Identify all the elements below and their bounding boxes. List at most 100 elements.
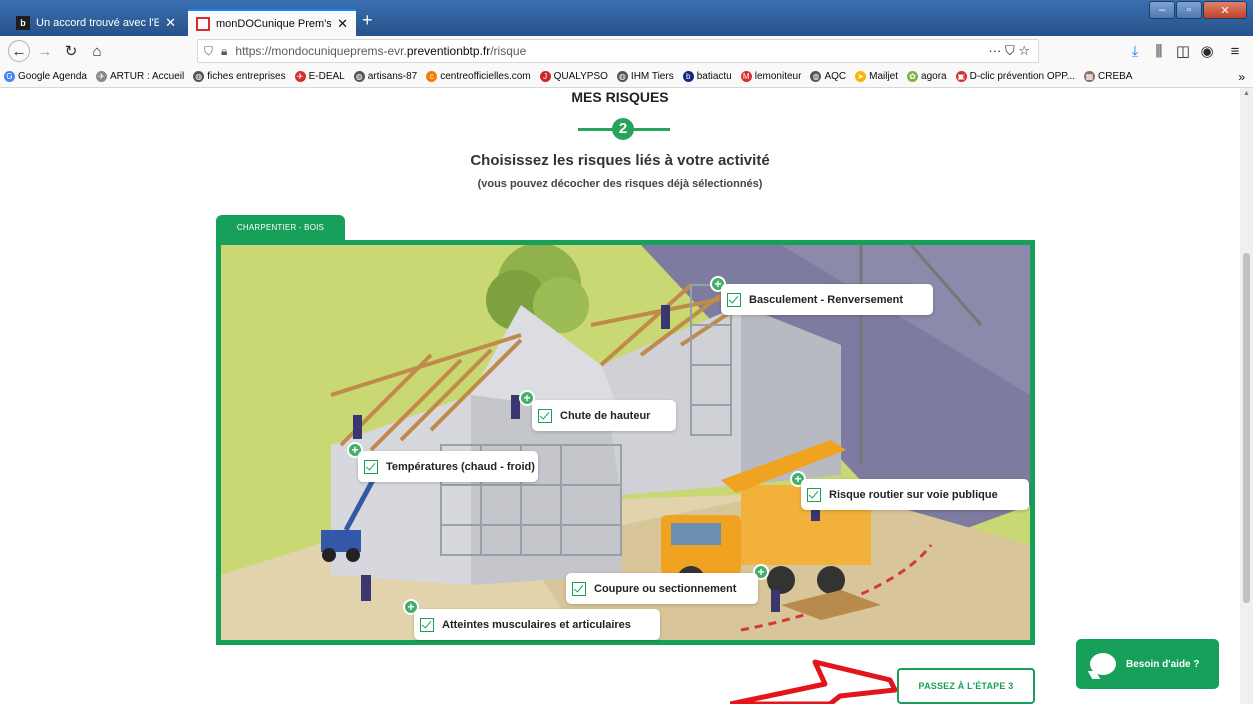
bookmark-label: E-DEAL [308, 71, 345, 82]
bookmark-item[interactable]: ◍ artisans-87 [353, 71, 418, 82]
checkbox-checked-icon[interactable] [364, 459, 378, 474]
bookmark-favicon-icon: ➤ [855, 71, 867, 82]
bookmark-item[interactable]: ✈ E-DEAL [294, 71, 345, 82]
bookmark-label: IHM Tiers [630, 71, 674, 82]
new-tab-icon[interactable]: + [362, 10, 373, 31]
bookmark-favicon-icon: M [740, 71, 752, 82]
sidebar-icon[interactable]: ◫ [1172, 40, 1194, 62]
page-viewport: MES RISQUES 2 Choisissez les risques lié… [0, 88, 1240, 704]
bookmark-item[interactable]: ▦ CREBA [1084, 71, 1132, 82]
bookmark-item[interactable]: ◍ fiches entreprises [193, 71, 286, 82]
account-icon[interactable]: ◉ [1196, 40, 1218, 62]
downloads-icon[interactable]: ⤓ [1124, 40, 1146, 62]
close-tab-icon[interactable]: ✕ [337, 16, 348, 32]
bookmark-label: lemoniteur [754, 71, 802, 82]
risk-label: Basculement - Renversement [749, 293, 904, 306]
scroll-thumb[interactable] [1243, 253, 1250, 603]
browser-tab-2[interactable]: monDOCunique Prem's ✕ [188, 9, 356, 36]
bookmark-favicon-icon: ✈ [95, 71, 107, 82]
mondocunique-favicon-icon [196, 16, 210, 31]
bookmark-label: CREBA [1098, 71, 1133, 82]
bookmark-favicon-icon: b [682, 71, 694, 82]
red-arrow-annotation [730, 659, 898, 704]
risk-label: Chute de hauteur [560, 409, 651, 422]
bookmark-label: D-clic prévention OPP... [969, 71, 1076, 82]
risk-label: Coupure ou sectionnement [594, 582, 737, 595]
browser-navbar: ← → ↻ ⌂ ⛉ 🔒︎ https://mondocuniqueprems-e… [0, 36, 1253, 66]
bookmark-item[interactable]: ✿ agora [907, 71, 947, 82]
bookmark-label: Mailjet [869, 71, 899, 82]
bookmark-item[interactable]: ◍ AQC [810, 71, 846, 82]
page-actions-icon[interactable]: ··· ⛉ ☆ [988, 43, 1030, 59]
bookmark-favicon-icon: ◍ [616, 71, 628, 82]
window-controls: – ▫ ✕ [1149, 1, 1247, 19]
tab-title: monDOCunique Prem's [216, 17, 332, 30]
bookmark-item[interactable]: Mlemoniteur [740, 71, 802, 82]
menu-icon[interactable]: ≡ [1224, 40, 1246, 62]
checkbox-checked-icon[interactable] [420, 617, 434, 632]
checkbox-checked-icon[interactable] [807, 487, 821, 502]
bookmarks-overflow-icon[interactable]: » [1238, 70, 1245, 84]
checkbox-checked-icon[interactable] [538, 408, 552, 423]
bookmark-item[interactable]: ✈ ARTUR : Accueil [95, 71, 185, 82]
bookmark-favicon-icon: c [426, 71, 438, 82]
bookmark-favicon-icon: ◍ [193, 71, 205, 82]
bookmark-label: agora [921, 71, 947, 82]
help-chat-button[interactable]: Besoin d'aide ? [1076, 639, 1219, 689]
url-bar[interactable]: ⛉ 🔒︎ https://mondocuniqueprems-evr.preve… [197, 39, 1039, 63]
risk-item-atteintes-musculaires[interactable]: Atteintes musculaires et articulaires [414, 609, 660, 640]
forward-icon[interactable]: → [34, 40, 56, 62]
maximize-icon[interactable]: ▫ [1176, 1, 1202, 19]
risk-label: Atteintes musculaires et articulaires [442, 618, 631, 631]
bookmarks-toolbar: G Google Agenda ✈ ARTUR : Accueil ◍ fiches en… [0, 66, 1253, 88]
reload-icon[interactable]: ↻ [60, 40, 82, 62]
risk-item-risque-routier[interactable]: Risque routier sur voie publique [801, 479, 1029, 510]
shield-icon[interactable]: ⛉ [204, 44, 213, 59]
bookmark-item[interactable]: ◍ IHM Tiers [616, 71, 674, 82]
bookmark-label: centreofficielles.com [440, 71, 531, 82]
bookmark-item[interactable]: c centreofficielles.com [426, 71, 531, 82]
page-scrollbar[interactable]: ▲ [1240, 88, 1253, 704]
close-tab-icon[interactable]: ✕ [165, 15, 176, 31]
bookmark-favicon-icon: ✿ [907, 71, 919, 82]
risk-item-basculement[interactable]: Basculement - Renversement [721, 284, 933, 315]
scroll-up-icon[interactable]: ▲ [1243, 90, 1250, 97]
home-icon[interactable]: ⌂ [86, 40, 108, 62]
bookmark-favicon-icon: J [539, 71, 551, 82]
bookmark-item[interactable]: ➤ Mailjet [855, 71, 898, 82]
risk-label: Températures (chaud - froid) [386, 460, 535, 473]
risk-subheading: (vous pouvez décocher des risques déjà s… [477, 178, 763, 190]
risk-item-chute-hauteur[interactable]: Chute de hauteur [532, 400, 676, 431]
close-window-icon[interactable]: ✕ [1203, 1, 1247, 19]
library-icon[interactable]: ⫼ [1148, 40, 1170, 62]
risk-label: Risque routier sur voie publique [829, 488, 998, 501]
bookmark-item[interactable]: J QUALYPSO [539, 71, 608, 82]
bookmark-item[interactable]: G Google Agenda [4, 71, 87, 82]
bookmark-favicon-icon: ◍ [353, 71, 365, 82]
bookmark-label: artisans-87 [367, 71, 418, 82]
tab-title: Un accord trouvé avec l'Etat po [36, 16, 160, 29]
back-icon[interactable]: ← [8, 40, 30, 62]
risk-item-temperatures[interactable]: Températures (chaud - froid) [358, 451, 538, 482]
step-badge: 2 [612, 118, 634, 140]
bookmark-label: QUALYPSO [553, 71, 608, 82]
tab-charpentier-bois[interactable]: CHARPENTIER - BOIS [216, 215, 345, 241]
lock-icon[interactable]: 🔒︎ [221, 44, 227, 59]
bookmark-favicon-icon: ▣ [955, 71, 967, 82]
risk-item-coupure[interactable]: Coupure ou sectionnement [566, 573, 758, 604]
next-step-button[interactable]: PASSEZ À L'ÉTAPE 3 [897, 668, 1035, 704]
bookmark-favicon-icon: ✈ [294, 71, 306, 82]
bookmark-favicon-icon: ▦ [1084, 71, 1096, 82]
bookmark-item[interactable]: b batiactu [682, 71, 732, 82]
batiactu-favicon-icon: b [16, 15, 30, 30]
browser-tab-1[interactable]: b Un accord trouvé avec l'Etat po ✕ [8, 9, 184, 36]
bookmark-favicon-icon: ◍ [810, 71, 822, 82]
bookmark-favicon-icon: G [4, 71, 15, 82]
bookmark-item[interactable]: ▣ D-clic prévention OPP... [955, 71, 1076, 82]
bookmark-label: ARTUR : Accueil [109, 71, 185, 82]
checkbox-checked-icon[interactable] [572, 581, 586, 596]
bookmark-label: batiactu [696, 71, 732, 82]
checkbox-checked-icon[interactable] [727, 292, 741, 307]
help-label: Besoin d'aide ? [1126, 658, 1200, 670]
minimize-icon[interactable]: – [1149, 1, 1175, 19]
